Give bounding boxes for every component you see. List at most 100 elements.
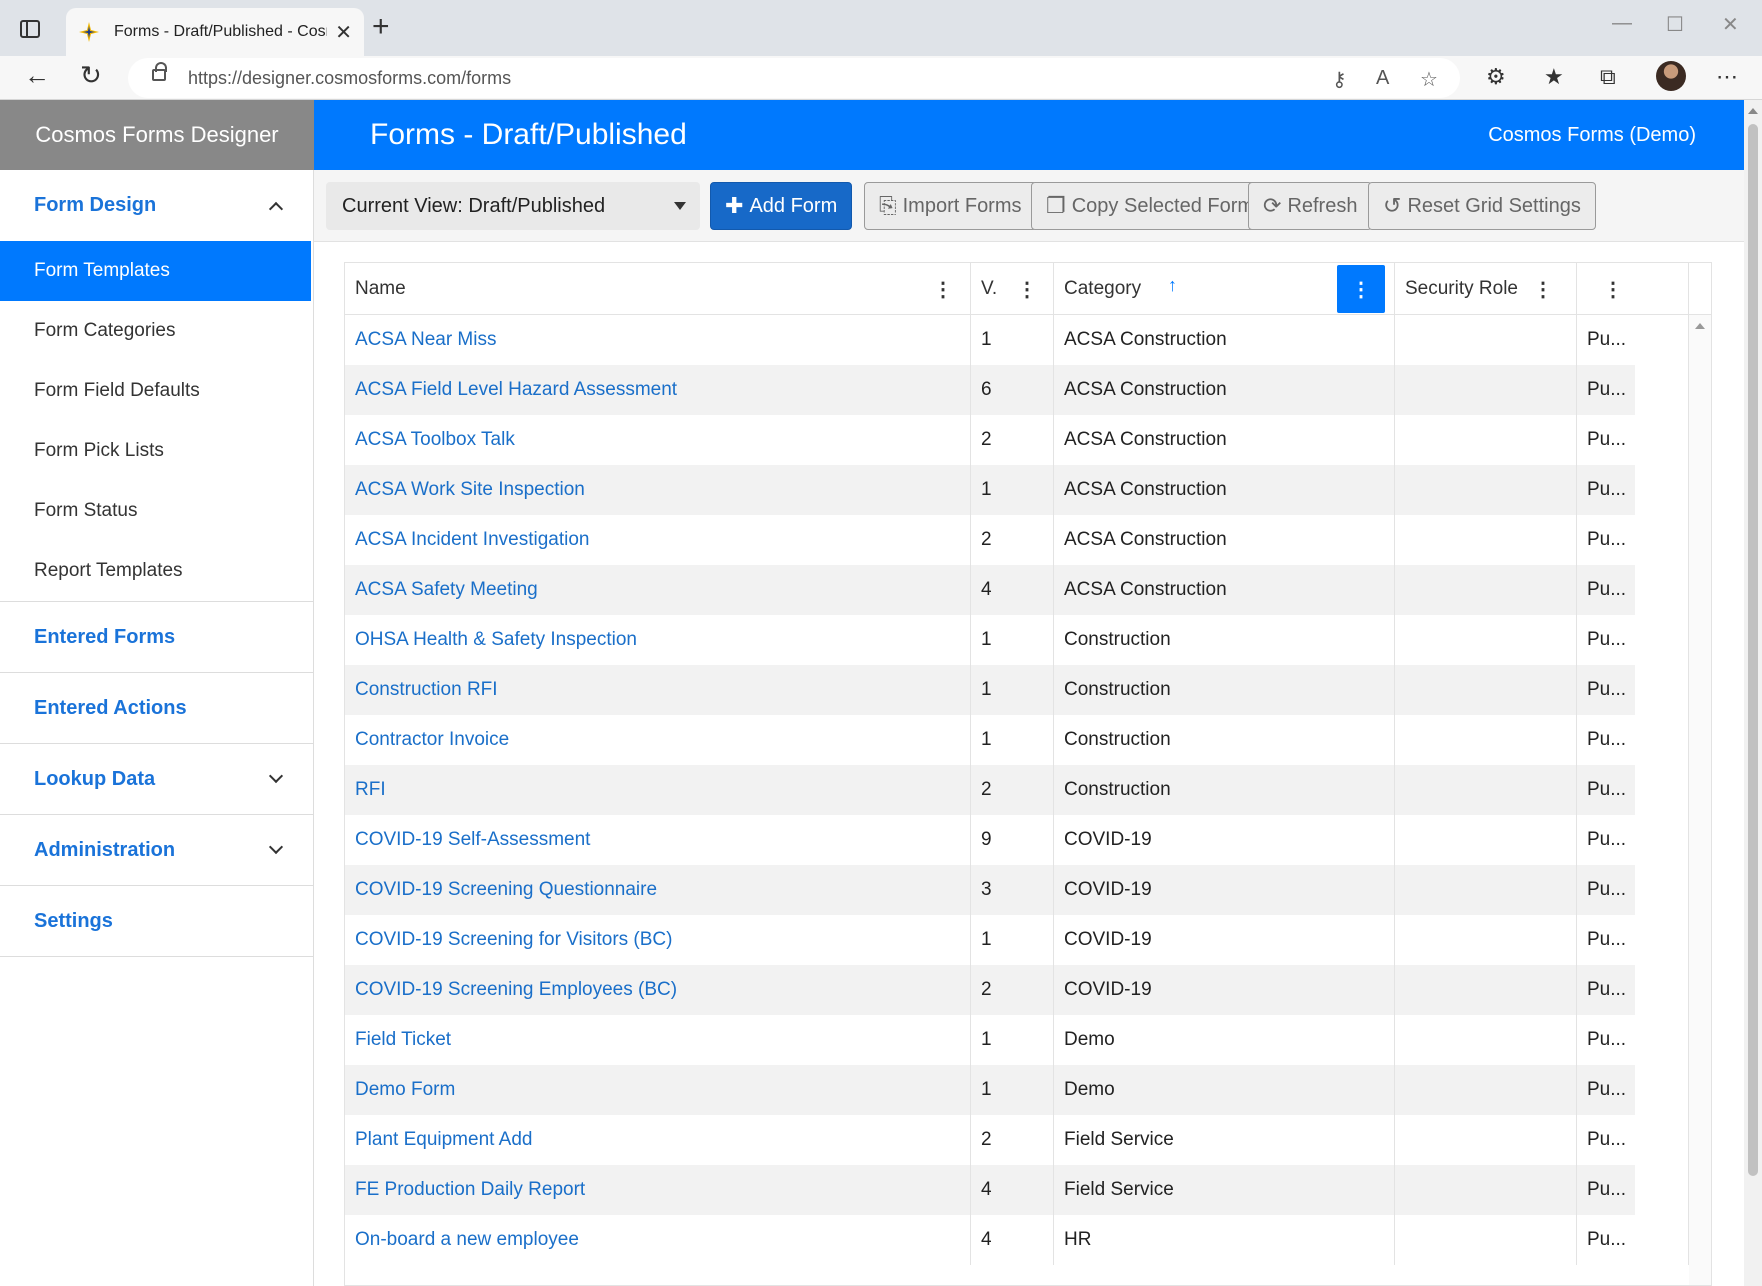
cell-status: Pu...	[1577, 665, 1689, 715]
scroll-up-icon[interactable]	[1695, 323, 1705, 329]
sidebar-section-entered-actions[interactable]: Entered Actions	[0, 673, 313, 744]
column-header-status[interactable]: ⋮	[1577, 263, 1689, 315]
table-row[interactable]: On-board a new employee 4 HR Pu...	[345, 1215, 1689, 1265]
table-row[interactable]: ACSA Incident Investigation 2 ACSA Constru…	[345, 515, 1689, 565]
table-row[interactable]: COVID-19 Screening Questionnaire 3 COVID-1…	[345, 865, 1689, 915]
table-row[interactable]: ACSA Safety Meeting 4 ACSA Construction Pu.…	[345, 565, 1689, 615]
scrollbar-thumb[interactable]	[1748, 124, 1758, 1176]
table-row[interactable]: Contractor Invoice 1 Construction Pu...	[345, 715, 1689, 765]
column-menu-icon[interactable]: ⋮	[1601, 277, 1625, 301]
sidebar-section-settings[interactable]: Settings	[0, 886, 313, 957]
cell-name[interactable]: Demo Form	[345, 1065, 971, 1115]
cell-name[interactable]: FE Production Daily Report	[345, 1165, 971, 1215]
column-menu-icon[interactable]: ⋮	[1337, 265, 1385, 313]
copy-selected-form-button[interactable]: ❐ Copy Selected Form	[1031, 182, 1270, 230]
sidebar-item-form-categories[interactable]: Form Categories	[0, 301, 313, 361]
table-row[interactable]: ACSA Field Level Hazard Assessment 6 ACSA …	[345, 365, 1689, 415]
reload-icon[interactable]: ↻	[80, 62, 102, 88]
minimize-icon[interactable]: —	[1612, 12, 1632, 35]
sidebar-section-entered-forms[interactable]: Entered Forms	[0, 602, 313, 673]
table-row[interactable]: OHSA Health & Safety Inspection 1 Construc…	[345, 615, 1689, 665]
collections-icon[interactable]: ⧉	[1600, 64, 1616, 90]
sidebar-item-report-templates[interactable]: Report Templates	[0, 541, 313, 601]
address-bar[interactable]: https://designer.cosmosforms.com/forms ⚷…	[128, 58, 1460, 98]
chevron-down-icon	[268, 768, 284, 784]
add-form-button[interactable]: ✚ Add Form	[710, 182, 853, 230]
sidebar-item-form-templates[interactable]: Form Templates	[0, 241, 311, 301]
column-menu-icon[interactable]: ⋮	[931, 277, 955, 301]
cell-name[interactable]: COVID-19 Screening Employees (BC)	[345, 965, 971, 1015]
table-row[interactable]: Construction RFI 1 Construction Pu...	[345, 665, 1689, 715]
sidebar-section-administration[interactable]: Administration	[0, 815, 313, 886]
add-favorite-icon[interactable]: ☆	[1420, 67, 1438, 92]
table-row[interactable]: Plant Equipment Add 2 Field Service Pu...	[345, 1115, 1689, 1165]
column-header-name[interactable]: Name ⋮	[345, 263, 971, 315]
cell-name[interactable]: Contractor Invoice	[345, 715, 971, 765]
cell-name[interactable]: COVID-19 Self-Assessment	[345, 815, 971, 865]
cell-name[interactable]: Plant Equipment Add	[345, 1115, 971, 1165]
table-row[interactable]: FE Production Daily Report 4 Field Service…	[345, 1165, 1689, 1215]
more-menu-icon[interactable]: ⋯	[1716, 64, 1738, 90]
tab-actions-icon[interactable]	[20, 20, 40, 38]
favorites-icon[interactable]: ★	[1544, 64, 1564, 90]
cell-name[interactable]: ACSA Toolbox Talk	[345, 415, 971, 465]
browser-tab[interactable]: Forms - Draft/Published - Cosmo ✕	[66, 8, 364, 56]
back-icon[interactable]: ←	[24, 62, 50, 88]
sidebar-section-form-design[interactable]: Form Design	[0, 170, 313, 241]
brand[interactable]: Cosmos Forms Designer	[0, 100, 314, 170]
reset-grid-settings-button[interactable]: ↺ Reset Grid Settings	[1368, 182, 1596, 230]
add-form-label: Add Form	[749, 194, 838, 217]
cell-name[interactable]: OHSA Health & Safety Inspection	[345, 615, 971, 665]
page-scrollbar[interactable]	[1744, 100, 1762, 1286]
table-row[interactable]: ACSA Toolbox Talk 2 ACSA Construction Pu...	[345, 415, 1689, 465]
cell-name[interactable]: COVID-19 Screening Questionnaire	[345, 865, 971, 915]
current-view-select[interactable]: Current View: Draft/Published	[326, 182, 700, 230]
column-menu-icon[interactable]: ⋮	[1015, 277, 1039, 301]
org-name[interactable]: Cosmos Forms (Demo)	[1488, 124, 1696, 147]
table-row[interactable]: Field Ticket 1 Demo Pu...	[345, 1015, 1689, 1065]
read-aloud-icon[interactable]: A	[1376, 67, 1389, 90]
cell-name[interactable]: COVID-19 Screening for Visitors (BC)	[345, 915, 971, 965]
sidebar-section-lookup-data[interactable]: Lookup Data	[0, 744, 313, 815]
table-row[interactable]: COVID-19 Self-Assessment 9 COVID-19 Pu...	[345, 815, 1689, 865]
cell-name[interactable]: Construction RFI	[345, 665, 971, 715]
table-row[interactable]: RFI 2 Construction Pu...	[345, 765, 1689, 815]
extensions-icon[interactable]: ⚙	[1486, 64, 1506, 90]
table-row[interactable]: ACSA Near Miss 1 ACSA Construction Pu...	[345, 315, 1689, 365]
cell-version: 1	[971, 1015, 1054, 1065]
close-window-icon[interactable]: ✕	[1722, 12, 1739, 37]
new-tab-icon[interactable]: +	[372, 12, 390, 42]
table-row[interactable]: COVID-19 Screening for Visitors (BC) 1 COV…	[345, 915, 1689, 965]
lock-icon	[152, 62, 167, 81]
cell-name[interactable]: On-board a new employee	[345, 1215, 971, 1265]
table-row[interactable]: ACSA Work Site Inspection 1 ACSA Construct…	[345, 465, 1689, 515]
cell-status: Pu...	[1577, 1165, 1689, 1215]
cell-name[interactable]: ACSA Work Site Inspection	[345, 465, 971, 515]
sidebar-item-form-status[interactable]: Form Status	[0, 481, 313, 541]
import-forms-button[interactable]: ⎘ Import Forms	[864, 182, 1037, 230]
page-title: Forms - Draft/Published	[370, 118, 687, 151]
column-header-version[interactable]: V. ⋮	[971, 263, 1054, 315]
refresh-button[interactable]: ⟳ Refresh	[1248, 182, 1373, 230]
cell-name[interactable]: Field Ticket	[345, 1015, 971, 1065]
scroll-up-icon[interactable]	[1748, 108, 1758, 114]
sidebar-item-form-pick-lists[interactable]: Form Pick Lists	[0, 421, 313, 481]
table-row[interactable]: Demo Form 1 Demo Pu...	[345, 1065, 1689, 1115]
grid-scrollbar[interactable]	[1689, 315, 1711, 1285]
profile-avatar[interactable]	[1656, 61, 1686, 91]
refresh-label: Refresh	[1287, 194, 1358, 217]
maximize-icon[interactable]: ☐	[1666, 12, 1684, 37]
cell-name[interactable]: ACSA Incident Investigation	[345, 515, 971, 565]
table-row[interactable]: COVID-19 Screening Employees (BC) 2 COVID-…	[345, 965, 1689, 1015]
column-header-category[interactable]: Category ↑ ⋮	[1054, 263, 1395, 315]
key-icon[interactable]: ⚷	[1332, 67, 1347, 92]
column-menu-icon[interactable]: ⋮	[1531, 277, 1555, 301]
cell-security-role	[1395, 915, 1577, 965]
sidebar-item-form-field-defaults[interactable]: Form Field Defaults	[0, 361, 313, 421]
column-header-security-role[interactable]: Security Role ⋮	[1395, 263, 1577, 315]
cell-name[interactable]: ACSA Field Level Hazard Assessment	[345, 365, 971, 415]
cell-name[interactable]: ACSA Safety Meeting	[345, 565, 971, 615]
close-tab-icon[interactable]: ✕	[335, 20, 352, 45]
cell-name[interactable]: RFI	[345, 765, 971, 815]
cell-name[interactable]: ACSA Near Miss	[345, 315, 971, 365]
